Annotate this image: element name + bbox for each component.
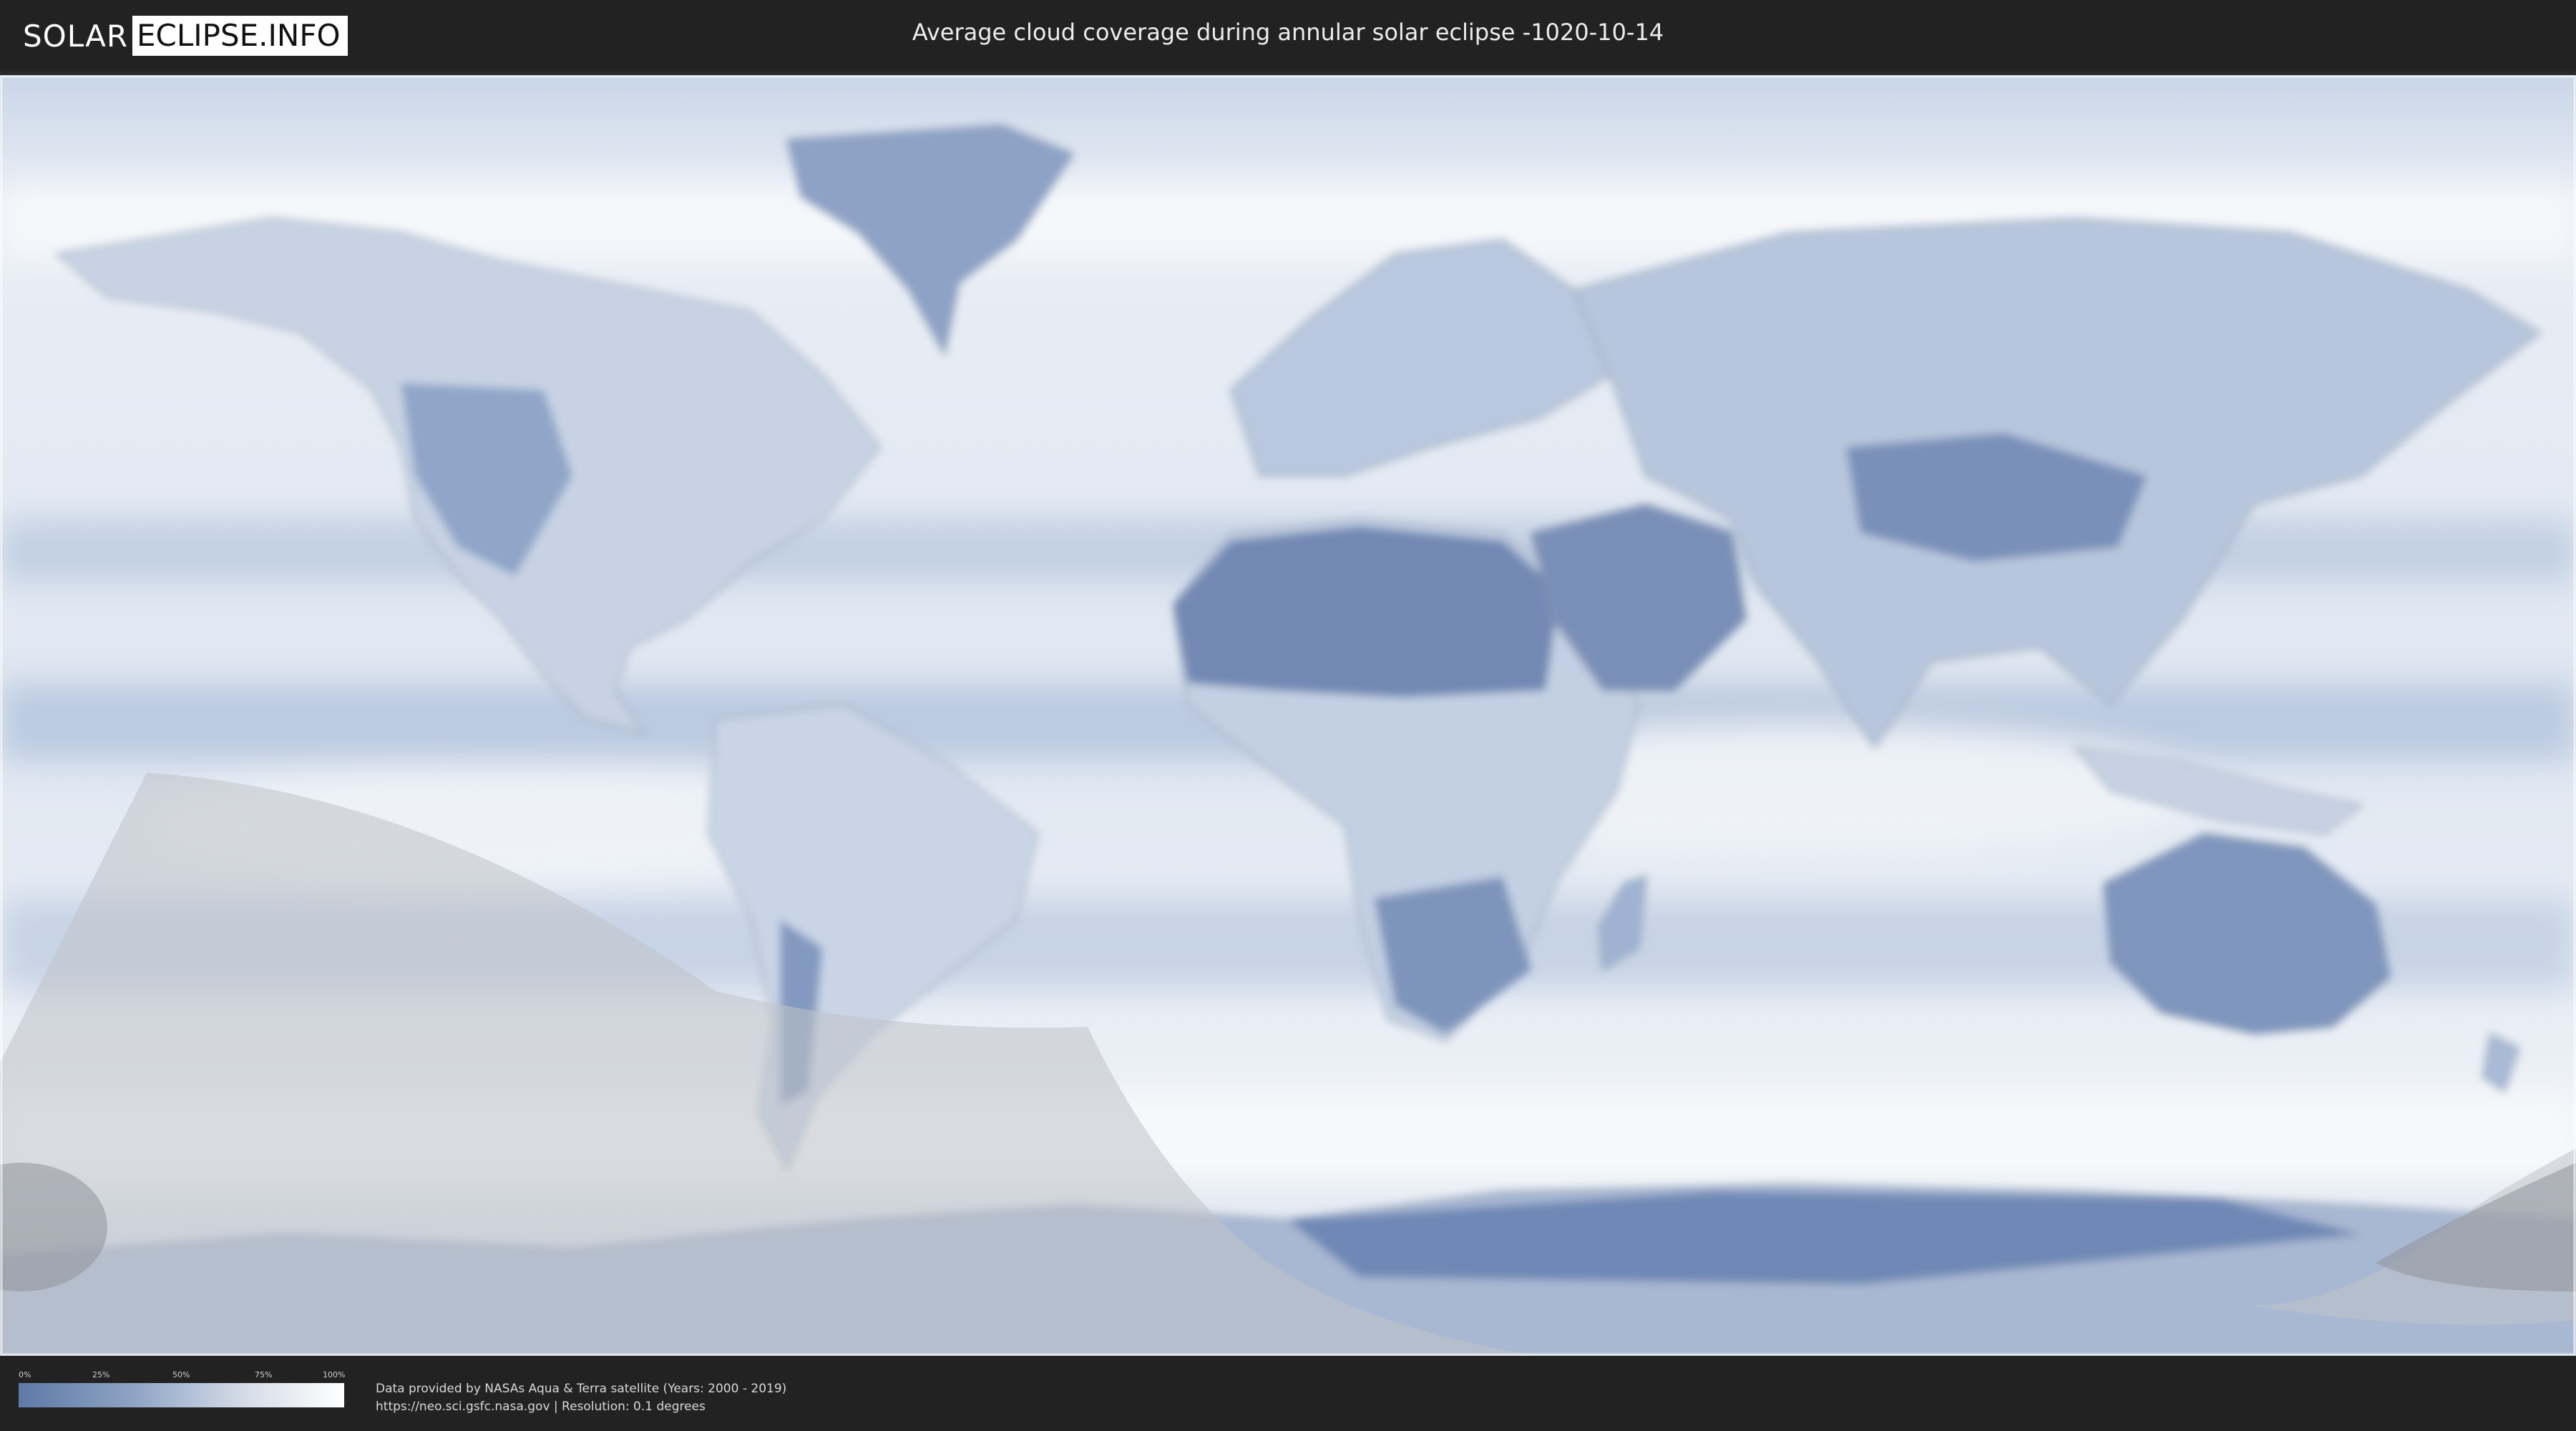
footer-bar: 0% 25% 50% 75% 100% Data provided by NAS… xyxy=(0,1356,2576,1431)
credit-line-1: Data provided by NASAs Aqua & Terra sate… xyxy=(376,1382,787,1396)
legend-tick-25: 25% xyxy=(92,1370,110,1379)
header-bar: SOLAR ECLIPSE.INFO Average cloud coverag… xyxy=(0,0,2576,72)
cloud-coverage-map xyxy=(0,75,2576,1356)
credit-line-2[interactable]: https://neo.sci.gsfc.nasa.gov | Resoluti… xyxy=(376,1398,786,1416)
legend-tick-50: 50% xyxy=(172,1370,190,1379)
legend-tick-0: 0% xyxy=(19,1370,31,1379)
legend-tick-75: 75% xyxy=(255,1370,273,1379)
legend-gradient-bar xyxy=(19,1383,344,1407)
page-title: Average cloud coverage during annular so… xyxy=(912,19,1664,46)
legend-tick-100: 100% xyxy=(323,1370,346,1379)
data-credit: Data provided by NASAs Aqua & Terra sate… xyxy=(376,1380,786,1416)
world-map-svg xyxy=(0,75,2576,1356)
cloud-coverage-legend: 0% 25% 50% 75% 100% xyxy=(19,1370,346,1413)
